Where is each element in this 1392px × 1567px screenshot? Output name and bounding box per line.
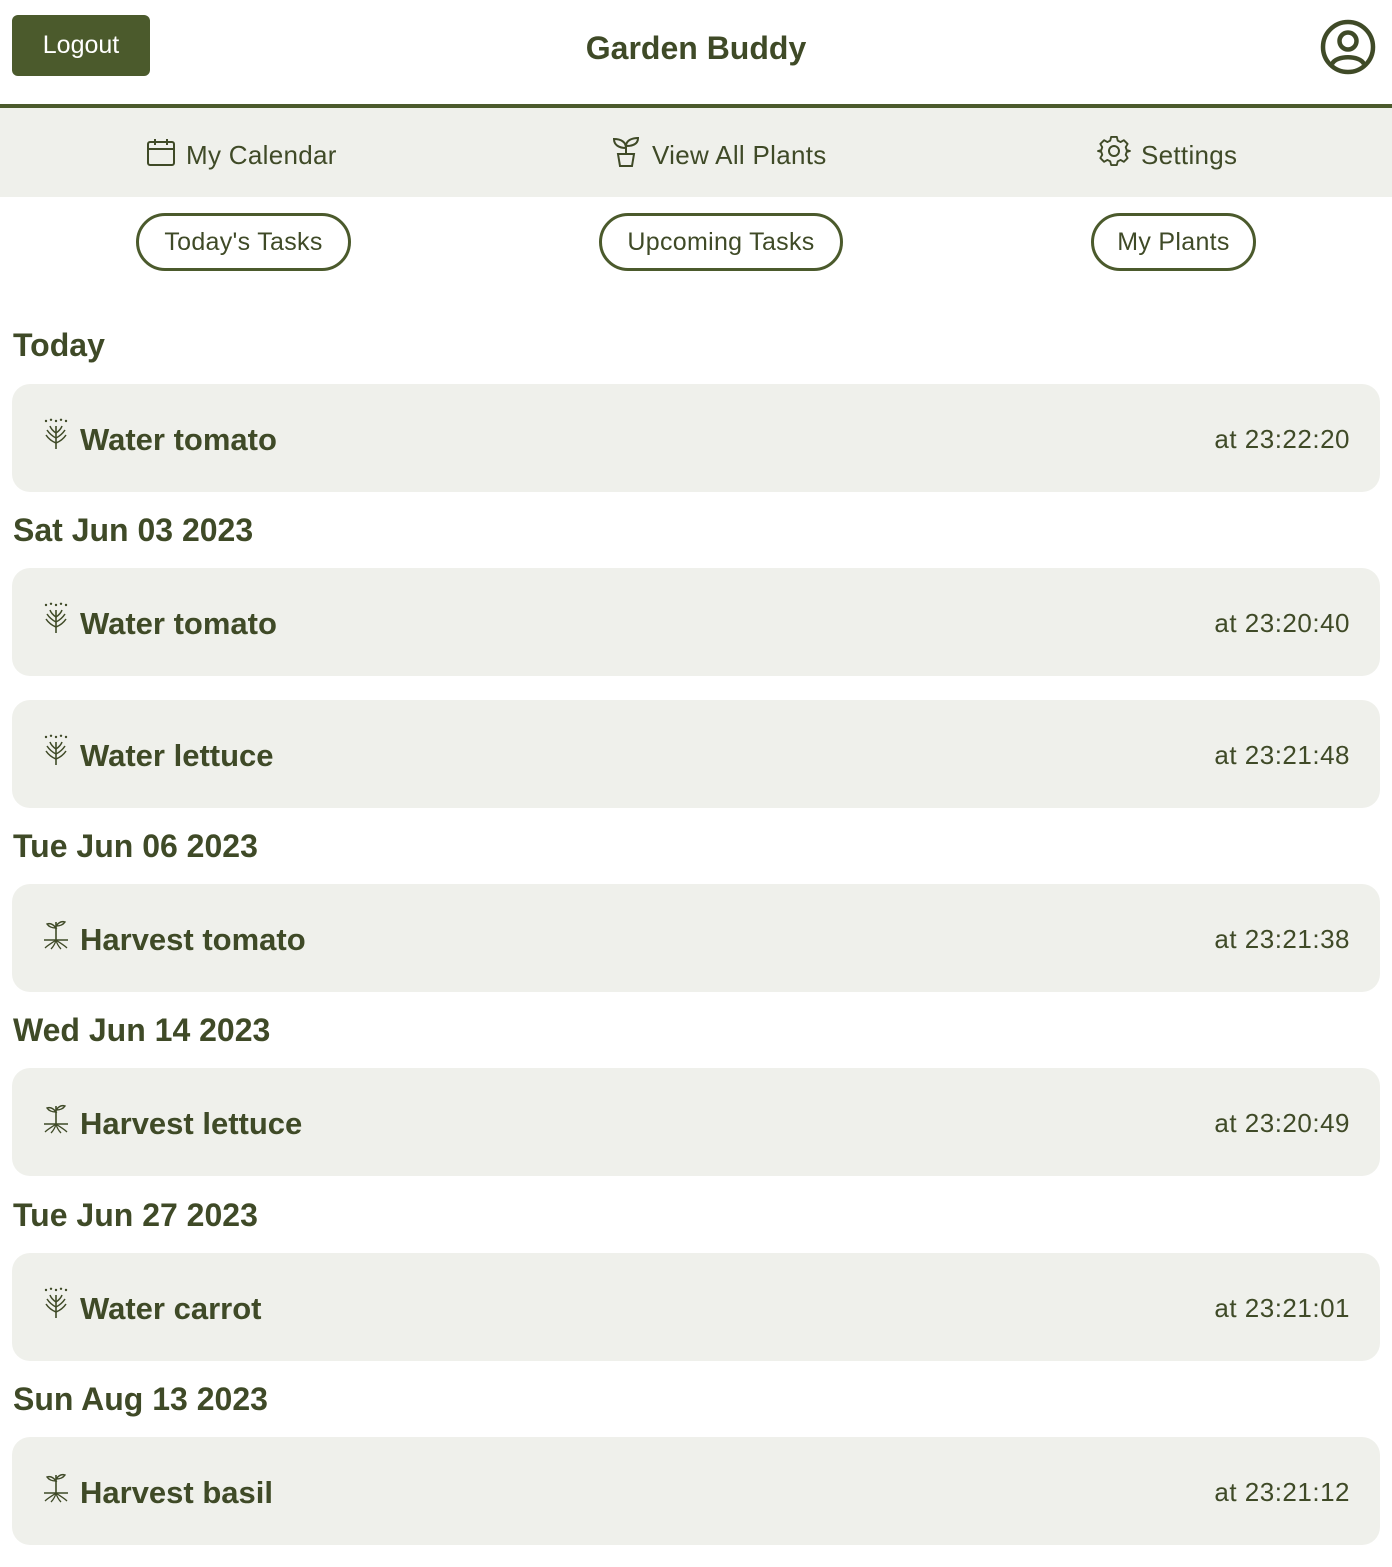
task-card[interactable]: Harvest basil at 23:21:12 [12,1437,1380,1545]
main-nav: My Calendar View All Plants Settings [0,108,1392,197]
tab-todays-tasks[interactable]: Today's Tasks [136,213,351,271]
task-time: at 23:21:12 [1214,1477,1350,1507]
nav-view-all-plants[interactable]: View All Plants [610,136,827,175]
task-card[interactable]: Harvest tomato at 23:21:38 [12,884,1380,992]
section-title: Today [13,327,105,363]
water-sprout-icon [42,734,70,766]
nav-settings[interactable]: Settings [1097,135,1238,172]
harvest-sprout-icon [42,918,70,950]
calendar-icon [146,137,186,174]
nav-settings-label: Settings [1141,139,1238,170]
task-card[interactable]: Water lettuce at 23:21:48 [12,700,1380,808]
water-sprout-icon [42,602,70,634]
task-name: Harvest basil [80,1475,273,1510]
task-time: at 23:20:40 [1214,608,1350,638]
task-card[interactable]: Water tomato at 23:20:40 [12,568,1380,676]
task-name: Water tomato [80,606,277,641]
task-time: at 23:21:01 [1214,1293,1350,1323]
nav-view-all-plants-label: View All Plants [652,139,827,170]
app-title: Garden Buddy [585,30,807,66]
nav-my-calendar[interactable]: My Calendar [146,138,337,172]
nav-my-calendar-label: My Calendar [186,139,337,170]
section-title: Tue Jun 27 2023 [13,1197,258,1233]
tab-my-plants[interactable]: My Plants [1091,213,1256,271]
task-time: at 23:21:48 [1214,740,1350,770]
task-name: Water carrot [80,1291,262,1326]
task-time: at 23:21:38 [1214,924,1350,954]
harvest-sprout-icon [42,1102,70,1134]
section-title: Sat Jun 03 2023 [13,512,254,548]
user-circle-icon[interactable] [1319,18,1377,76]
task-time: at 23:20:49 [1214,1108,1350,1138]
section-title: Tue Jun 06 2023 [13,828,258,864]
app-header: Logout Garden Buddy [0,0,1392,108]
task-name: Water tomato [80,422,277,457]
water-sprout-icon [42,1287,70,1319]
section-title: Sun Aug 13 2023 [13,1381,268,1417]
task-name: Water lettuce [80,738,274,773]
task-time: at 23:22:20 [1214,424,1350,454]
task-name: Harvest tomato [80,922,306,957]
task-card[interactable]: Harvest lettuce at 23:20:49 [12,1068,1380,1176]
task-card[interactable]: Water carrot at 23:21:01 [12,1253,1380,1361]
task-name: Harvest lettuce [80,1106,303,1141]
section-title: Wed Jun 14 2023 [13,1012,271,1048]
potted-plant-icon [610,136,652,175]
harvest-sprout-icon [42,1471,70,1503]
tab-upcoming-tasks[interactable]: Upcoming Tasks [599,213,843,271]
task-card[interactable]: Water tomato at 23:22:20 [12,384,1380,492]
water-sprout-icon [42,418,70,450]
gear-icon [1097,135,1141,176]
